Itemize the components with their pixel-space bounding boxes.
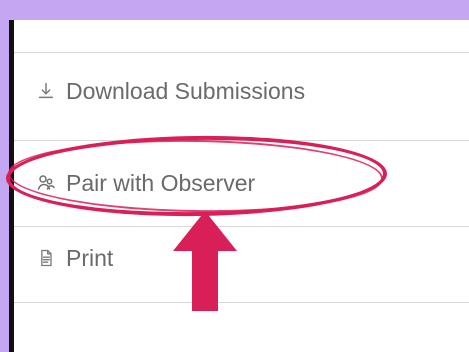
menu-item-print-content: Print [34,246,113,270]
document-icon [34,246,58,270]
download-icon [34,79,58,103]
menu-item-download-content: Download Submissions [34,79,305,103]
download-submissions-label: Download Submissions [66,77,306,104]
print-label: Print [66,244,114,271]
panel-top-strip [14,20,454,38]
up-arrow-icon [173,211,237,311]
menu-item-download-submissions[interactable]: Download Submissions [14,52,469,140]
